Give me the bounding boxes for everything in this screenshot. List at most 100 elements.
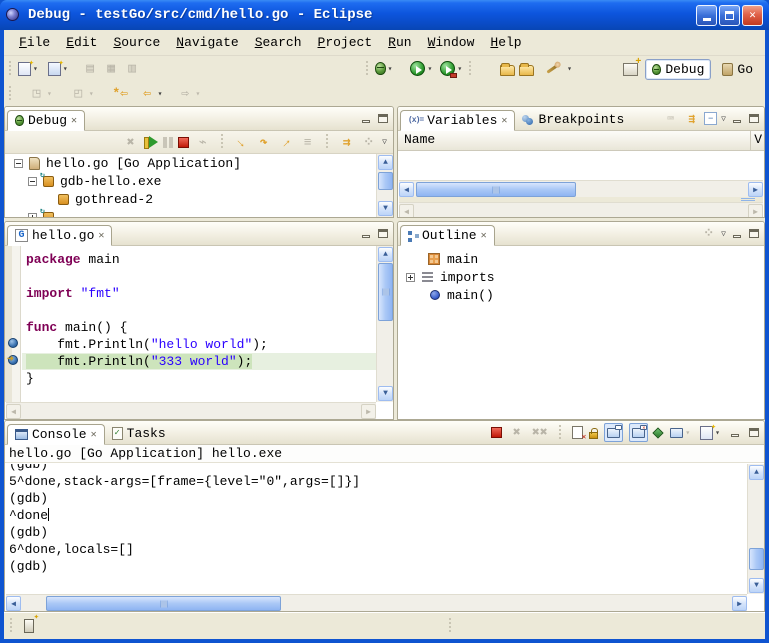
- maximize-view-button[interactable]: [747, 113, 760, 125]
- tab-outline[interactable]: Outline ✕: [400, 225, 495, 246]
- menu-file[interactable]: File: [12, 33, 57, 52]
- minimize-view-button[interactable]: [359, 228, 372, 240]
- drop-to-frame-button[interactable]: ≡: [299, 134, 316, 151]
- view-menu-chevron-icon[interactable]: ▽: [721, 229, 726, 239]
- editor-vertical-scrollbar[interactable]: ▲ ▼: [376, 246, 393, 402]
- search-button[interactable]: ▾: [544, 58, 574, 80]
- minimize-view-button[interactable]: [730, 228, 743, 240]
- variables-horizontal-scrollbar[interactable]: ◀ ▶: [399, 180, 763, 197]
- open-perspective-button[interactable]: [621, 58, 640, 80]
- step-over-button[interactable]: ↷: [255, 134, 272, 151]
- scroll-right-button[interactable]: ▶: [361, 404, 376, 419]
- run-button[interactable]: ▾: [408, 58, 434, 80]
- show-stderr-button[interactable]: ✕: [629, 423, 648, 442]
- next-annotation-button[interactable]: ◳▾: [26, 83, 54, 105]
- tab-debug[interactable]: Debug ✕: [7, 110, 85, 131]
- debug-last-button[interactable]: ▾: [373, 58, 395, 80]
- tab-hello-go[interactable]: G hello.go ✕: [7, 225, 112, 246]
- maximize-view-button[interactable]: [376, 113, 389, 125]
- perspective-go-button[interactable]: Go: [716, 60, 759, 79]
- last-edit-location-button[interactable]: *⇦: [110, 83, 131, 105]
- minimize-view-button[interactable]: [730, 113, 743, 125]
- tab-variables[interactable]: (x)= Variables ✕: [400, 110, 515, 131]
- terminate-button[interactable]: [178, 137, 189, 148]
- close-icon[interactable]: ✕: [501, 115, 507, 127]
- outline-row-package[interactable]: main: [398, 250, 764, 268]
- close-window-button[interactable]: ✕: [742, 5, 763, 26]
- scrollbar-thumb[interactable]: [749, 548, 764, 570]
- editor-annotation-ruler[interactable]: ➜: [5, 246, 21, 402]
- collapse-expander-icon[interactable]: [14, 159, 23, 168]
- terminate-button[interactable]: [491, 427, 502, 438]
- view-menu-chevron-icon[interactable]: ▽: [382, 137, 387, 147]
- open-resource-button[interactable]: [517, 58, 536, 80]
- scrollbar-thumb[interactable]: [378, 263, 393, 321]
- variables-table-body[interactable]: [399, 152, 763, 180]
- show-stdout-button[interactable]: [604, 423, 623, 442]
- open-console-button[interactable]: ✦▾: [698, 422, 722, 444]
- code-editor[interactable]: package main import "fmt" func main() { …: [22, 246, 376, 402]
- minimize-window-button[interactable]: [696, 5, 717, 26]
- save-button[interactable]: ▤: [80, 58, 101, 80]
- menu-navigate[interactable]: Navigate: [169, 33, 245, 52]
- scroll-left-button[interactable]: ◀: [399, 182, 414, 197]
- tab-console[interactable]: Console ✕: [7, 424, 105, 445]
- collapse-expander-icon[interactable]: [28, 177, 37, 186]
- scroll-right-button[interactable]: ▶: [748, 182, 763, 197]
- fast-view-icon[interactable]: [24, 619, 34, 633]
- collapse-all-button[interactable]: −: [704, 112, 717, 125]
- menu-project[interactable]: Project: [311, 33, 380, 52]
- use-step-filters-button[interactable]: ⇉: [338, 134, 355, 151]
- console-vertical-scrollbar[interactable]: ▲ ▼: [747, 464, 764, 594]
- tree-row-thread[interactable]: gothread-2: [6, 190, 376, 208]
- step-into-button[interactable]: →: [230, 130, 254, 154]
- step-return-button[interactable]: →: [274, 130, 298, 154]
- editor-horizontal-scrollbar[interactable]: ◀ ▶: [6, 402, 376, 419]
- scrollbar-thumb[interactable]: [46, 596, 281, 611]
- show-type-names-button[interactable]: ⌨: [662, 110, 679, 127]
- remove-terminated-button[interactable]: ✖: [122, 134, 139, 151]
- scroll-up-button[interactable]: ▲: [378, 247, 393, 262]
- view-menu-chevron-icon[interactable]: ▽: [721, 114, 726, 124]
- remove-all-terminated-button[interactable]: ✖✖: [531, 424, 548, 441]
- pin-console-button[interactable]: [653, 427, 664, 438]
- scroll-left-button[interactable]: ◀: [6, 404, 21, 419]
- close-icon[interactable]: ✕: [98, 230, 104, 242]
- scroll-up-button[interactable]: ▲: [378, 155, 393, 170]
- close-icon[interactable]: ✕: [481, 230, 487, 242]
- tree-row-clipped[interactable]: [6, 208, 376, 217]
- maximize-window-button[interactable]: [719, 5, 740, 26]
- scroll-left-button[interactable]: ◀: [399, 204, 414, 218]
- menu-edit[interactable]: Edit: [59, 33, 104, 52]
- tab-breakpoints[interactable]: Breakpoints: [515, 109, 631, 130]
- perspective-debug-button[interactable]: Debug: [645, 59, 711, 80]
- clear-console-button[interactable]: [572, 426, 583, 439]
- scroll-up-button[interactable]: ▲: [749, 465, 764, 480]
- outline-row-imports[interactable]: imports: [398, 268, 764, 286]
- maximize-view-button[interactable]: [747, 427, 760, 439]
- show-logical-structures-button[interactable]: ⇶: [683, 110, 700, 127]
- suspend-button[interactable]: [163, 137, 173, 148]
- forward-button[interactable]: ⇨▾: [174, 83, 202, 105]
- new-button[interactable]: ✦▾: [16, 58, 40, 80]
- variables-table-header[interactable]: Name V: [398, 131, 764, 151]
- scroll-down-button[interactable]: ▼: [378, 201, 393, 216]
- previous-annotation-button[interactable]: ◰▾: [68, 83, 96, 105]
- menu-help[interactable]: Help: [483, 33, 528, 52]
- debug-vertical-scrollbar[interactable]: ▲ ▼: [376, 154, 393, 217]
- menu-window[interactable]: Window: [421, 33, 482, 52]
- maximize-view-button[interactable]: [376, 228, 389, 240]
- menu-run[interactable]: Run: [381, 33, 418, 52]
- collapse-all-button[interactable]: ⁘: [360, 134, 377, 151]
- close-icon[interactable]: ✕: [91, 429, 97, 441]
- breakpoint-icon[interactable]: [8, 338, 18, 348]
- scroll-right-button[interactable]: ▶: [732, 596, 747, 611]
- display-console-button[interactable]: ▾: [668, 422, 692, 444]
- maximize-view-button[interactable]: [747, 228, 760, 240]
- remove-launch-button[interactable]: ✖: [508, 424, 525, 441]
- expand-expander-icon[interactable]: [406, 273, 415, 282]
- scroll-down-button[interactable]: ▼: [749, 578, 764, 593]
- run-external-tools-button[interactable]: ▾: [438, 58, 464, 80]
- scroll-down-button[interactable]: ▼: [378, 386, 393, 401]
- tree-row-launch[interactable]: hello.go [Go Application]: [6, 154, 376, 172]
